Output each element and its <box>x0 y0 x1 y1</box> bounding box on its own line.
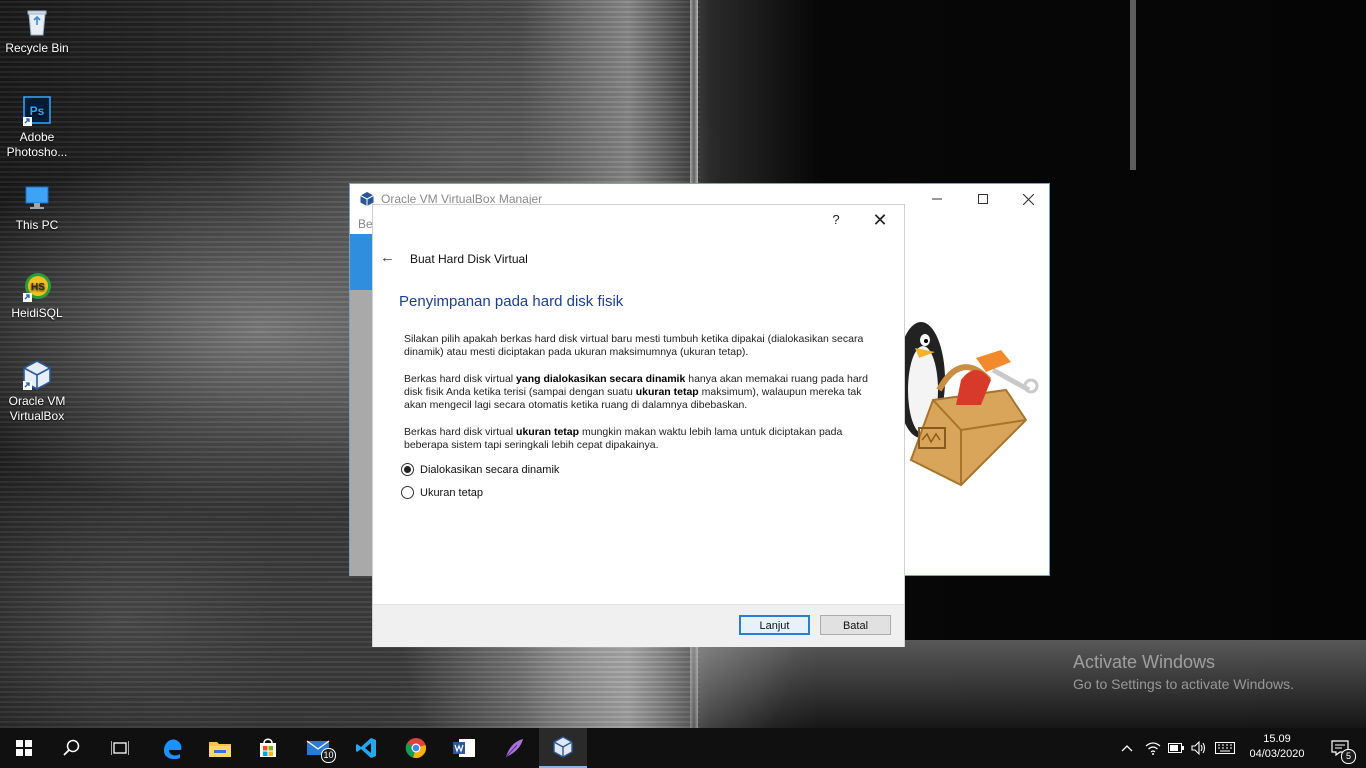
desktop-icon-label: HeidiSQL <box>11 306 63 320</box>
manager-side-panel <box>350 290 374 576</box>
dynamic-explanation-paragraph: Berkas hard disk virtual yang dialokasik… <box>404 373 869 411</box>
speaker-icon <box>1191 741 1206 755</box>
notification-badge: 5 <box>1341 749 1356 764</box>
virtualbox-icon <box>21 359 53 391</box>
desktop-icon-label: Adobe Photosho... <box>6 130 68 159</box>
vscode-taskbar-button[interactable] <box>342 728 390 768</box>
wallpaper-door-edge-right <box>1130 0 1136 170</box>
start-button[interactable] <box>0 728 48 768</box>
feather-app-taskbar-button[interactable] <box>490 728 538 768</box>
desktop-icon-recycle-bin[interactable]: Recycle Bin <box>2 6 72 56</box>
clock-time: 15.09 <box>1263 733 1291 745</box>
wifi-icon <box>1145 742 1161 755</box>
edge-icon <box>164 739 182 759</box>
dialog-title: Buat Hard Disk Virtual <box>410 252 528 266</box>
battery-button[interactable] <box>1165 728 1187 768</box>
option-dynamic-radio[interactable]: Dialokasikan secara dinamik <box>401 463 559 476</box>
search-button[interactable] <box>48 728 96 768</box>
folder-icon <box>209 742 231 757</box>
action-center-button[interactable]: 5 <box>1320 728 1360 768</box>
virtualbox-icon <box>553 736 573 758</box>
desktop-icon-label: Recycle Bin <box>5 41 69 55</box>
vscode-icon <box>356 738 376 758</box>
store-taskbar-button[interactable] <box>244 728 292 768</box>
minimize-button[interactable] <box>914 184 960 214</box>
virtualbox-mascot-illustration <box>901 322 1039 487</box>
option-fixed-radio[interactable]: Ukuran tetap <box>401 486 483 499</box>
chrome-icon <box>405 738 426 758</box>
clock[interactable]: 15.09 04/03/2020 <box>1236 732 1318 762</box>
feather-icon <box>505 739 523 758</box>
desktop-icon-photoshop[interactable]: Ps Adobe Photosho... <box>2 95 72 160</box>
heidisql-icon: HS <box>21 271 53 303</box>
desktop-icon-label: This PC <box>15 218 59 232</box>
help-button[interactable]: ? <box>824 209 848 231</box>
radio-button[interactable] <box>401 486 414 499</box>
dialog-footer: Lanjut Batal <box>373 604 904 647</box>
keyboard-icon <box>1215 742 1235 754</box>
desktop-icon-virtualbox[interactable]: Oracle VM VirtualBox <box>2 359 72 424</box>
description-paragraph: Silakan pilih apakah berkas hard disk vi… <box>404 333 864 358</box>
radio-button-checked[interactable] <box>401 463 414 476</box>
mail-taskbar-button[interactable]: 10 <box>294 728 342 768</box>
word-taskbar-button[interactable] <box>440 728 488 768</box>
create-virtual-hard-disk-dialog: ? ✕ ← Buat Hard Disk Virtual Penyimpanan… <box>373 205 904 647</box>
option-label: Dialokasikan secara dinamik <box>420 463 560 476</box>
desktop-icon-label: Oracle VM VirtualBox <box>8 394 66 423</box>
maximize-button[interactable] <box>960 184 1006 214</box>
watermark-subtitle: Go to Settings to activate Windows. <box>1073 676 1294 692</box>
store-icon <box>260 738 276 757</box>
virtualbox-taskbar-button[interactable] <box>539 728 587 768</box>
desktop-icon-heidisql[interactable]: HS HeidiSQL <box>2 271 72 321</box>
dialog-close-button[interactable]: ✕ <box>866 209 894 231</box>
chrome-taskbar-button[interactable] <box>392 728 440 768</box>
file-explorer-taskbar-button[interactable] <box>196 728 244 768</box>
clock-date: 04/03/2020 <box>1249 748 1305 760</box>
taskbar: 10 15.09 04/03/2020 5 <box>0 728 1366 768</box>
chevron-up-icon <box>1121 745 1133 752</box>
task-view-icon <box>111 741 129 755</box>
watermark-title: Activate Windows <box>1073 652 1216 672</box>
maximize-icon <box>978 194 988 204</box>
page-heading: Penyimpanan pada hard disk fisik <box>399 293 624 310</box>
word-icon <box>453 739 475 757</box>
minimize-icon <box>932 198 942 200</box>
recycle-bin-icon <box>21 6 53 38</box>
network-button[interactable] <box>1142 728 1164 768</box>
task-view-button[interactable] <box>96 728 144 768</box>
cancel-button[interactable]: Batal <box>820 615 891 635</box>
back-button[interactable]: ← <box>380 249 395 266</box>
close-icon <box>1022 193 1034 205</box>
search-icon <box>63 739 80 756</box>
photoshop-icon: Ps <box>21 95 53 127</box>
battery-icon <box>1168 743 1184 753</box>
mail-badge: 10 <box>321 748 336 763</box>
keyboard-button[interactable] <box>1212 728 1238 768</box>
close-window-button[interactable] <box>1005 184 1051 214</box>
activation-watermark: Activate Windows Go to Settings to activ… <box>1073 652 1294 692</box>
show-hidden-icons-button[interactable] <box>1116 728 1138 768</box>
next-button[interactable]: Lanjut <box>739 615 810 635</box>
heidisql-glyph: HS <box>31 282 45 293</box>
volume-button[interactable] <box>1188 728 1210 768</box>
edge-taskbar-button[interactable] <box>148 728 196 768</box>
option-label: Ukuran tetap <box>420 486 483 499</box>
fixed-explanation-paragraph: Berkas hard disk virtual ukuran tetap mu… <box>404 426 843 451</box>
windows-logo-icon <box>16 740 32 756</box>
manager-selected-item[interactable] <box>350 234 374 290</box>
manager-title: Oracle VM VirtualBox Manajer <box>381 192 543 206</box>
desktop-icon-this-pc[interactable]: This PC <box>2 183 72 233</box>
photoshop-glyph: Ps <box>30 104 45 118</box>
this-pc-icon <box>21 183 53 215</box>
